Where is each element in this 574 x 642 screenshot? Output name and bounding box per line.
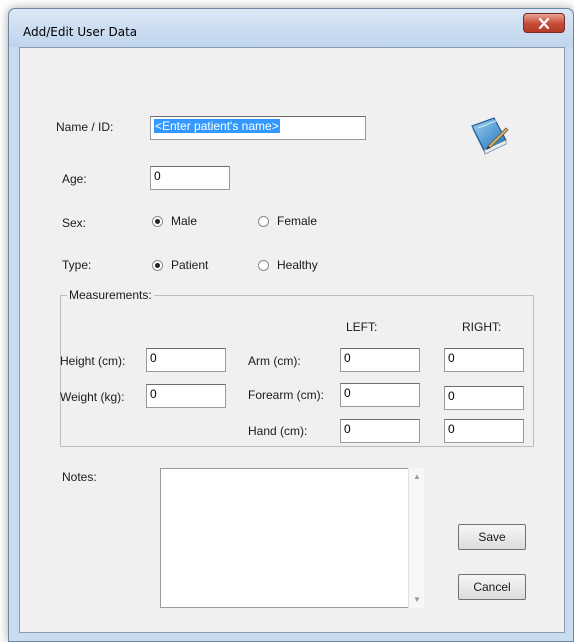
cancel-button[interactable]: Cancel: [458, 574, 526, 600]
forearm-left-input[interactable]: 0: [340, 383, 420, 407]
sex-female-radio[interactable]: Female: [258, 214, 317, 228]
dialog-body: Name / ID: <Enter patient's name> Age: 0…: [19, 47, 565, 633]
age-input[interactable]: 0: [150, 166, 230, 190]
radio-selected-icon: [152, 215, 163, 227]
radio-unselected-icon: [258, 215, 269, 227]
hand-left-input[interactable]: 0: [340, 419, 420, 443]
close-button[interactable]: [523, 13, 565, 33]
type-healthy-radio[interactable]: Healthy: [258, 258, 318, 272]
weight-label: Weight (kg):: [60, 390, 125, 404]
arm-right-input[interactable]: 0: [444, 348, 524, 372]
notes-label: Notes:: [62, 470, 97, 484]
forearm-label: Forearm (cm):: [248, 388, 324, 402]
title-bar: Add/Edit User Data: [9, 9, 573, 47]
arm-left-input[interactable]: 0: [340, 348, 420, 372]
type-label: Type:: [62, 258, 92, 272]
forearm-right-input[interactable]: 0: [444, 386, 524, 410]
left-column-header: LEFT:: [346, 320, 378, 334]
name-label: Name / ID:: [56, 120, 114, 134]
radio-selected-icon: [152, 259, 163, 271]
notes-textarea[interactable]: [160, 468, 424, 608]
height-input[interactable]: 0: [146, 348, 226, 372]
hand-label: Hand (cm):: [248, 424, 308, 438]
height-label: Height (cm):: [60, 354, 126, 368]
sex-label: Sex:: [62, 216, 87, 230]
book-pen-icon: [471, 117, 509, 155]
type-patient-label: Patient: [171, 258, 209, 272]
sex-male-radio[interactable]: Male: [152, 214, 197, 228]
hand-right-input[interactable]: 0: [444, 419, 524, 443]
type-healthy-label: Healthy: [277, 258, 318, 272]
close-icon: [538, 18, 550, 29]
save-button[interactable]: Save: [458, 524, 526, 550]
type-patient-radio[interactable]: Patient: [152, 258, 208, 272]
sex-male-label: Male: [171, 214, 198, 228]
weight-input[interactable]: 0: [146, 384, 226, 408]
arm-label: Arm (cm):: [248, 354, 301, 368]
age-label: Age:: [62, 172, 87, 186]
measurements-title: Measurements:: [67, 288, 154, 302]
dialog-window: Add/Edit User Data Name / ID: <Enter pat…: [8, 8, 574, 642]
sex-female-label: Female: [277, 214, 318, 228]
name-input[interactable]: <Enter patient's name>: [150, 116, 366, 140]
window-title: Add/Edit User Data: [23, 25, 138, 39]
right-column-header: RIGHT:: [462, 320, 502, 334]
name-input-value: <Enter patient's name>: [154, 119, 280, 133]
radio-unselected-icon: [258, 259, 269, 271]
